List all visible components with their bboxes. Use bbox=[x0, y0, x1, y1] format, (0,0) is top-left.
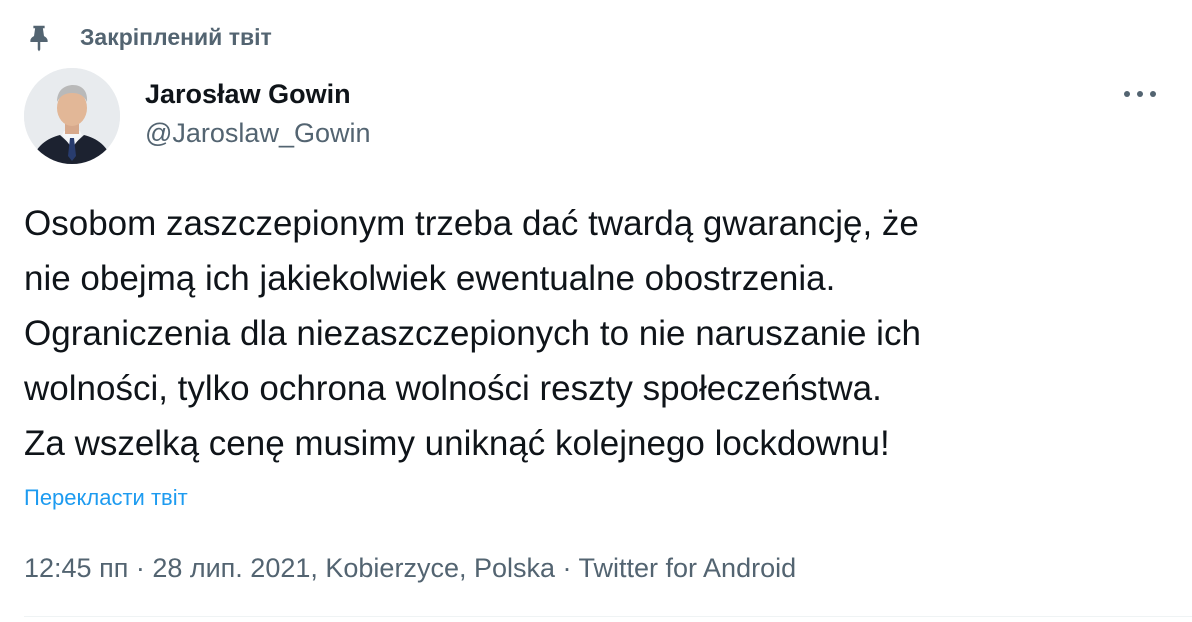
tweet-text-line: nie obejmą ich jakiekolwiek ewentualne o… bbox=[24, 259, 836, 298]
tweet-time[interactable]: 12:45 пп bbox=[24, 553, 128, 583]
tweet-text-line: wolności, tylko ochrona wolności reszty … bbox=[24, 369, 882, 408]
tweet-location[interactable]: Kobierzyce, Polska bbox=[325, 553, 555, 583]
tweet-metadata: 12:45 пп · 28 лип. 2021, Kobierzyce, Pol… bbox=[24, 549, 796, 587]
tweet-date[interactable]: 28 лип. 2021 bbox=[152, 553, 310, 583]
divider bbox=[24, 616, 1192, 617]
tweet-text: Osobom zaszczepionym trzeba dać twardą g… bbox=[24, 196, 1174, 471]
author-handle[interactable]: @Jaroslaw_Gowin bbox=[145, 115, 371, 151]
tweet-text-line: Osobom zaszczepionym trzeba dać twardą g… bbox=[24, 204, 919, 243]
pin-icon bbox=[24, 22, 54, 52]
meta-separator: · bbox=[128, 553, 153, 583]
tweet-text-line: Ograniczenia dla niezaszczepionych to ni… bbox=[24, 314, 921, 353]
pinned-tweet-indicator: Закріплений твіт bbox=[24, 20, 272, 54]
tweet-text-line: Za wszelką cenę musimy uniknąć kolejnego… bbox=[24, 424, 890, 463]
translate-tweet-link[interactable]: Перекласти твіт bbox=[24, 483, 188, 513]
avatar[interactable] bbox=[24, 68, 120, 164]
tweet-source[interactable]: Twitter for Android bbox=[579, 553, 797, 583]
author-block: Jarosław Gowin @Jaroslaw_Gowin bbox=[145, 76, 371, 151]
meta-location-separator: , bbox=[310, 553, 326, 583]
author-name[interactable]: Jarosław Gowin bbox=[145, 76, 371, 112]
more-options-button[interactable] bbox=[1120, 82, 1160, 106]
more-horizontal-icon bbox=[1123, 85, 1157, 103]
pinned-label: Закріплений твіт bbox=[80, 23, 272, 50]
meta-separator: · bbox=[555, 553, 579, 583]
